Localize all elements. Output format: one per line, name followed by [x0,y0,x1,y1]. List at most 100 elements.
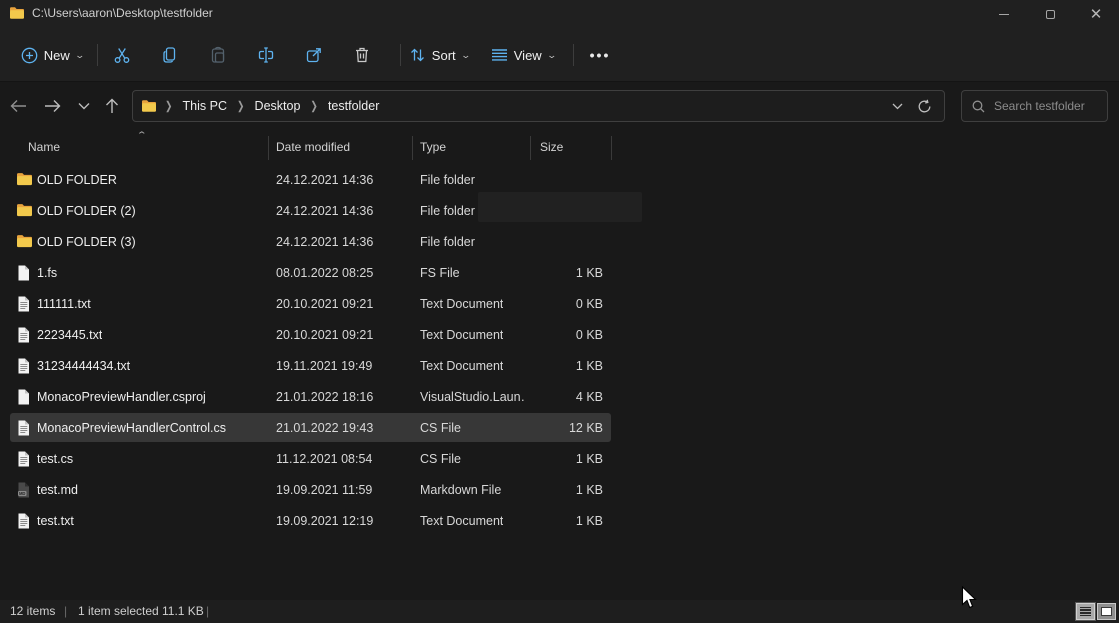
folder-icon [16,171,33,188]
file-row[interactable]: 111111.txt20.10.2021 09:21Text Document0… [0,288,1119,319]
file-name: 2223445.txt [37,328,102,342]
search-input[interactable] [994,99,1097,113]
text-file-icon [16,357,33,374]
file-type: File folder [420,204,475,218]
file-name: MonacoPreviewHandler.csproj [37,390,206,404]
breadcrumb-item[interactable]: This PC [179,99,231,113]
sort-arrows-icon [409,47,426,63]
file-date: 24.12.2021 14:36 [276,173,373,187]
file-row[interactable]: OLD FOLDER (2)24.12.2021 14:36File folde… [0,195,1119,226]
folder-icon [9,6,25,20]
sort-ascending-icon: ⌃ [136,130,147,141]
column-header-date[interactable]: Date modified [276,140,350,154]
address-bar[interactable]: ❯ This PC ❯ Desktop ❯ testfolder [132,90,945,122]
file-date: 11.12.2021 08:54 [276,452,372,466]
column-header-type[interactable]: Type [420,140,446,154]
more-options-button[interactable]: ••• [580,37,620,73]
file-row[interactable]: MDtest.md19.09.2021 11:59Markdown File1 … [0,474,1119,505]
breadcrumb-item[interactable]: Desktop [251,99,305,113]
md-file-icon: MD [16,481,33,498]
items-count: 12 items [10,604,55,618]
file-date: 21.01.2022 19:43 [276,421,373,435]
rename-button[interactable] [246,37,286,73]
file-row[interactable]: MonacoPreviewHandler.csproj 21.01.2022 18… [0,381,1119,412]
file-row[interactable]: test.cs11.12.2021 08:54CS File1 KB [0,443,1119,474]
maximize-button[interactable] [1027,0,1073,28]
column-separator[interactable] [530,136,531,160]
column-separator[interactable] [412,136,413,160]
forward-button[interactable] [36,90,68,122]
file-size: 1 KB [520,266,603,280]
paste-button[interactable] [198,37,238,73]
title-bar: C:\Users\aaron\Desktop\testfolder ✕ [0,0,1119,28]
file-icon [16,264,33,281]
share-icon [305,46,323,64]
sort-button[interactable]: Sort ⌄ [405,37,473,73]
file-type: File folder [420,235,475,249]
cut-button[interactable] [102,37,142,73]
file-row[interactable]: 1.fs08.01.2022 08:25FS File1 KB [0,257,1119,288]
delete-button[interactable] [342,37,382,73]
file-size: 1 KB [520,514,603,528]
file-row[interactable]: OLD FOLDER 24.12.2021 14:36 File folder [0,164,1119,195]
file-size: 12 KB [520,421,603,435]
file-row[interactable]: 31234444434.txt19.11.2021 19:49Text Docu… [0,350,1119,381]
file-name: OLD FOLDER [37,173,117,187]
breadcrumb-chevron-icon: ❯ [304,99,324,113]
file-type: CS File [420,421,461,435]
view-button[interactable]: View ⌄ [486,37,560,73]
folder-icon [16,233,33,250]
copy-icon [161,46,179,64]
search-icon [972,100,985,113]
refresh-button[interactable] [917,99,932,114]
file-date: 19.09.2021 12:19 [276,514,373,528]
breadcrumb-chevron-icon: ❯ [231,99,251,113]
file-size: 1 KB [520,452,603,466]
sort-button-label: Sort [432,48,456,63]
copy-button[interactable] [150,37,190,73]
text-file-icon [16,295,33,312]
breadcrumb-chevron-icon: ❯ [159,99,179,113]
file-type: VisualStudio.Laun… [420,390,526,404]
share-button[interactable] [294,37,334,73]
selection-count: 1 item selected [78,604,159,618]
chevron-down-icon: ⌄ [546,50,557,61]
new-button-label: New [44,48,70,63]
search-box[interactable] [961,90,1108,122]
text-file-icon [16,450,33,467]
file-row[interactable]: test.txt19.09.2021 12:19Text Document1 K… [0,505,1119,536]
close-button[interactable]: ✕ [1073,0,1119,28]
minimize-button[interactable] [981,0,1027,28]
file-size: 4 KB [520,390,603,404]
cut-icon [113,46,131,64]
plus-circle-icon [21,47,38,64]
file-row[interactable]: 2223445.txt20.10.2021 09:21Text Document… [0,319,1119,350]
view-button-label: View [514,48,542,63]
file-name: test.txt [37,514,74,528]
file-date: 19.11.2021 19:49 [276,359,372,373]
new-button[interactable]: New ⌄ [12,37,92,73]
file-name: OLD FOLDER (3) [37,235,136,249]
navigation-bar: ❯ This PC ❯ Desktop ❯ testfolder [0,82,1119,130]
details-view-toggle[interactable] [1076,603,1095,620]
column-separator[interactable] [268,136,269,160]
file-date: 24.12.2021 14:36 [276,204,373,218]
file-date: 21.01.2022 18:16 [276,390,373,404]
file-name: 31234444434.txt [37,359,130,373]
toolbar-separator [400,44,401,66]
file-date: 08.01.2022 08:25 [276,266,373,280]
file-row[interactable]: MonacoPreviewHandlerControl.cs21.01.2022… [0,412,1119,443]
minimize-icon [999,14,1009,15]
more-dots-icon: ••• [590,47,611,63]
thumbnails-view-toggle[interactable] [1097,603,1116,620]
breadcrumb-item[interactable]: testfolder [324,99,383,113]
column-header-name[interactable]: Name [28,140,60,154]
file-row[interactable]: OLD FOLDER (3)24.12.2021 14:36File folde… [0,226,1119,257]
address-dropdown-button[interactable] [892,103,903,110]
status-separator: | [64,604,67,618]
back-button[interactable] [2,90,34,122]
file-type: File folder [420,173,475,187]
up-button[interactable] [96,90,128,122]
column-separator[interactable] [611,136,612,160]
column-header-size[interactable]: Size [540,140,563,154]
